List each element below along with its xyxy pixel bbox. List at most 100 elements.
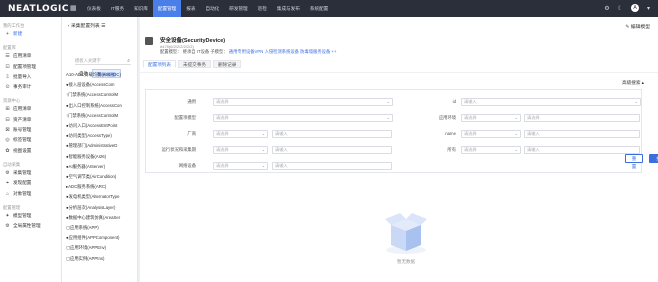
sidebar-item[interactable]: ✦ 模型管理: [0, 211, 61, 221]
tree-node[interactable]: ▢应用环境(APPEnv): [66, 243, 138, 252]
advanced-search-toggle[interactable]: 高级搜索 ▴: [622, 80, 644, 86]
field-select[interactable]: 请选择 ⌄: [461, 146, 521, 154]
field-label: 厂商: [187, 131, 196, 136]
tree-node[interactable]: ●数据中心建筑仿真(AreaSer: [66, 213, 138, 222]
reset-button[interactable]: 重置: [625, 154, 643, 169]
menu-icon[interactable]: ☰: [101, 24, 105, 29]
search-button[interactable]: 搜索: [649, 154, 658, 169]
tab-uncommitted[interactable]: 未提交事务: [177, 60, 211, 68]
field-label: 通用: [187, 99, 196, 104]
sidebar-item-label: 发现配置: [13, 180, 32, 186]
sidebar-item[interactable]: ⚙ 采集管理: [0, 168, 61, 178]
tree-node[interactable]: ●访问入口(AccessEntPoint: [66, 121, 138, 130]
top-nav: 仪表板 IT服务 知识库 配置管理 报表 自动化 研发管理 巡检 集成与发布 系统配置: [82, 0, 333, 17]
sidebar-item[interactable]: ⇩ 批量导入: [0, 72, 61, 82]
field-input[interactable]: 请输入: [272, 162, 392, 170]
nav-item[interactable]: 报表: [181, 0, 200, 17]
sidebar-item-label: 模型管理: [13, 212, 32, 218]
field-input[interactable]: 请输入: [524, 146, 640, 154]
field-select[interactable]: 请选择 ⌄: [213, 162, 268, 170]
sidebar-item-icon: ⊡: [5, 63, 10, 70]
field-select[interactable]: 请选择 ⌄: [461, 130, 521, 138]
chevron-down-icon: ⌄: [261, 147, 265, 152]
chevron-down-icon[interactable]: ▾: [647, 5, 650, 12]
field-placeholder: 请输入: [527, 131, 540, 136]
field-select[interactable]: 请选择 ⌄: [461, 114, 521, 122]
child-model-links[interactable]: 通用专用设备VPN 入侵检测系统设备 防毒墙服务设备 ++: [229, 49, 337, 54]
tree-node[interactable]: ●发电机类型(AlternatorType: [66, 192, 138, 201]
nav-item[interactable]: 系统配置: [305, 0, 333, 17]
sidebar-item-label: 采集管理: [13, 169, 32, 175]
sidebar-item[interactable]: ⌂ 对象管理: [0, 189, 61, 199]
tree-node[interactable]: ●智能服务设备(AI26): [66, 152, 138, 161]
tree-node[interactable]: ●管理部门(AdministrativeD: [66, 141, 138, 150]
tree-node[interactable]: ●空气调节类(AirCondition): [66, 172, 138, 181]
tab-deleted[interactable]: 删除记录: [212, 60, 242, 68]
chevron-down-icon: ⌄: [514, 147, 518, 152]
notification-icon[interactable]: ☾: [618, 5, 623, 12]
field-placeholder: 请输入: [275, 147, 288, 152]
field-select[interactable]: 请选择 ⌄: [213, 130, 268, 138]
field-input[interactable]: 请输入: [272, 146, 392, 154]
tree-node[interactable]: A10-ADC负载均衡(A10ADC): [66, 70, 138, 79]
chevron-down-icon: ⌄: [514, 115, 518, 120]
sidebar-item[interactable]: ⊟ 资产清单: [0, 115, 61, 125]
sidebar-item-label: 视图设置: [13, 147, 32, 153]
sidebar-item[interactable]: ⚙ 全局属性管理: [0, 221, 61, 231]
chevron-down-icon: ⌄: [514, 131, 518, 136]
field-label: 应用环境: [438, 115, 456, 120]
sidebar-item[interactable]: ☰ 应用清单: [0, 51, 61, 61]
tab-ci-list[interactable]: 配置项列表: [143, 60, 176, 68]
sidebar-item[interactable]: ⌖ 发现配置: [0, 178, 61, 188]
field-select[interactable]: 请选择 ⌄: [213, 114, 393, 122]
chevron-down-icon: ⌄: [634, 99, 638, 104]
tree-node[interactable]: ↑门禁系统(AccessControlM: [66, 111, 138, 120]
field-label: 运行状况和采集期: [161, 147, 196, 152]
sidebar-item[interactable]: ⊡ 配置项管理: [0, 62, 61, 72]
tree-search-input[interactable]: 模板入关键字 ⌕: [75, 57, 131, 65]
tree-node[interactable]: ▸ADC服务系统(ARC): [66, 182, 138, 191]
field-select[interactable]: 请输入 ⌄: [461, 98, 641, 106]
field-select[interactable]: 请选择 ⌄: [213, 146, 268, 154]
tree-node[interactable]: ↑门禁系统(AccessControlM: [66, 90, 138, 99]
nav-item[interactable]: 研发管理: [224, 0, 252, 17]
field-placeholder: 请选择: [464, 147, 477, 152]
sidebar-item[interactable]: ⊠ 账号管理: [0, 125, 61, 135]
field-select[interactable]: 请选择 ⌄: [213, 98, 393, 106]
nav-item[interactable]: 集成与发布: [272, 0, 305, 17]
nav-item[interactable]: 自动化: [200, 0, 224, 17]
chevron-down-icon: ⌄: [261, 163, 265, 168]
nav-item[interactable]: 配置管理: [152, 0, 182, 17]
tree-node[interactable]: ●接入层设备(AccessCom: [66, 80, 138, 89]
tree-node[interactable]: ●访问类型(AccessType): [66, 131, 138, 140]
nav-item[interactable]: 巡检: [253, 0, 272, 17]
sidebar-item-icon: ◎: [5, 137, 10, 144]
sidebar-item-icon: ⇩: [5, 73, 10, 80]
tree-node[interactable]: ▢应用实例(APPIns): [66, 254, 138, 263]
sidebar-item[interactable]: ⊞ 应用清单: [0, 104, 61, 114]
sidebar-item[interactable]: ⊙ 事务审计: [0, 82, 61, 92]
avatar[interactable]: A: [630, 4, 639, 12]
settings-icon[interactable]: ⚙: [604, 5, 609, 12]
tree-node[interactable]: ●AI服务器(AIServer): [66, 162, 138, 171]
sidebar-item-icon: ☰: [5, 53, 10, 60]
tree-node[interactable]: ●应用组件(APPComponent): [66, 233, 138, 242]
field-input[interactable]: 请输入: [272, 130, 392, 138]
field-input[interactable]: 请输入: [524, 130, 640, 138]
field-input[interactable]: 请选择: [524, 114, 640, 122]
sidebar-item[interactable]: + 新建: [0, 29, 61, 39]
breadcrumb[interactable]: ‹ 采集配置列表 ☰: [68, 22, 105, 29]
tree-node[interactable]: ●出入口控制系统(AccessCon: [66, 101, 138, 110]
sidebar-item[interactable]: ◎ 标签管理: [0, 135, 61, 145]
field-placeholder: 请输入: [275, 163, 288, 168]
tree-node[interactable]: ▢应用系统(APP): [66, 223, 138, 232]
search-icon[interactable]: ⌕: [127, 57, 130, 65]
nav-item[interactable]: 知识库: [129, 0, 153, 17]
sidebar-item[interactable]: ✿ 视图设置: [0, 146, 61, 156]
edit-model-button[interactable]: ✎ 编辑模型: [625, 23, 650, 30]
apps-grid-icon[interactable]: ▦: [70, 4, 77, 12]
nav-item[interactable]: IT服务: [106, 0, 129, 17]
list-panel: 高级搜索 ▴ 重置 通用 请选择 ⌄ id 请输入 ⌄ 配置项模型 请选择 ⌄ 应用环境 请选择 ⌄ 请…: [140, 73, 658, 282]
nav-item[interactable]: 仪表板: [82, 0, 106, 17]
tree-node[interactable]: ●分析层次(AnalysisLayer): [66, 203, 138, 212]
